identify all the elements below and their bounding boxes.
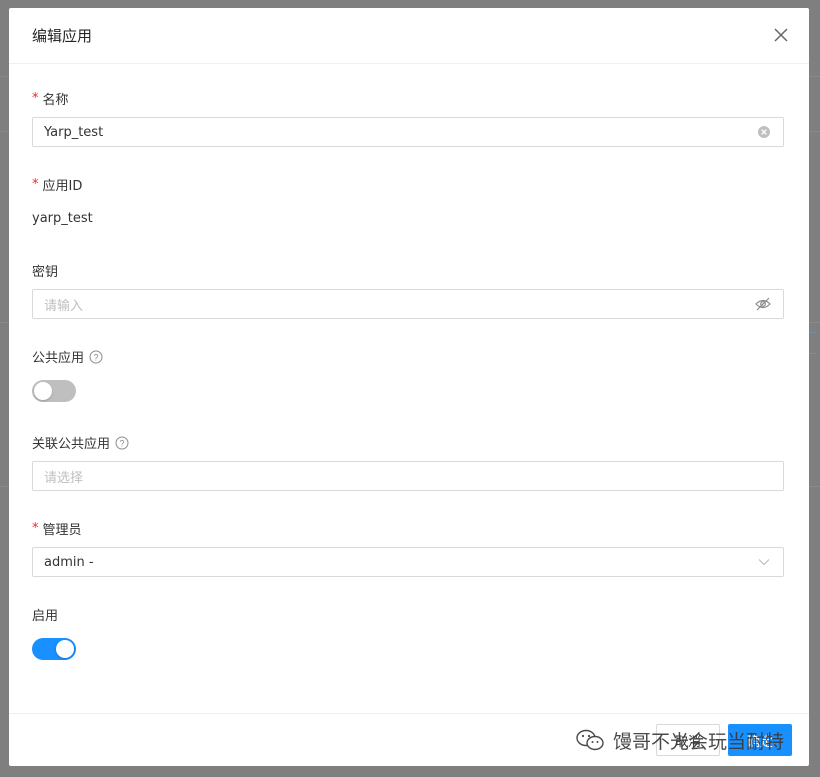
admin-label-text: 管理员 <box>42 523 82 538</box>
linked-public-app-label: 关联公共应用 ? <box>32 433 129 452</box>
admin-select[interactable]: admin - <box>32 547 784 577</box>
name-label: * 名称 <box>32 89 69 108</box>
ok-button[interactable]: 确定 <box>728 724 792 756</box>
question-circle-icon[interactable]: ? <box>89 350 103 364</box>
eye-invisible-icon <box>755 297 771 311</box>
name-label-text: 名称 <box>42 93 69 108</box>
linked-public-app-placeholder: 请选择 <box>44 470 84 486</box>
chevron-down-icon <box>758 559 770 566</box>
cancel-button[interactable]: 取消 <box>656 724 720 756</box>
modal-header: 编辑应用 <box>9 8 809 64</box>
app-id-label: * 应用ID <box>32 175 82 194</box>
public-app-label: 公共应用 ? <box>32 347 103 366</box>
public-app-label-text: 公共应用 <box>32 351 85 366</box>
switch-knob <box>56 640 74 658</box>
secret-label-text: 密钥 <box>32 265 59 280</box>
close-button[interactable] <box>771 25 791 45</box>
app-id-value: yarp_test <box>32 211 93 226</box>
secret-label: 密钥 <box>32 261 58 280</box>
name-input[interactable]: Yarp_test <box>32 117 784 147</box>
secret-input-placeholder: 请输入 <box>44 298 84 314</box>
required-mark: * <box>32 521 39 536</box>
enable-label: 启用 <box>32 605 58 624</box>
clear-circle-icon <box>758 126 770 138</box>
admin-select-value: admin - <box>44 554 94 570</box>
svg-text:?: ? <box>120 438 125 448</box>
toggle-visibility-button[interactable] <box>755 297 771 311</box>
public-app-switch[interactable] <box>32 380 76 402</box>
close-icon <box>774 28 788 42</box>
clear-button[interactable] <box>757 125 771 139</box>
secret-input[interactable]: 请输入 <box>32 289 784 319</box>
enable-switch[interactable] <box>32 638 76 660</box>
admin-select-arrow <box>757 555 771 569</box>
modal-footer: 取消 确定 <box>9 713 809 766</box>
name-input-value: Yarp_test <box>44 124 104 140</box>
edit-app-modal: 编辑应用 * 名称 Yarp_test * 应用ID yarp_test 密钥 … <box>9 8 809 766</box>
admin-label: * 管理员 <box>32 519 82 538</box>
linked-public-app-select[interactable]: 请选择 <box>32 461 784 491</box>
switch-knob <box>34 382 52 400</box>
linked-public-app-label-text: 关联公共应用 <box>32 437 111 452</box>
question-circle-icon[interactable]: ? <box>115 436 129 450</box>
required-mark: * <box>32 177 39 192</box>
app-id-label-text: 应用ID <box>42 179 83 194</box>
modal-title: 编辑应用 <box>32 27 93 45</box>
svg-text:?: ? <box>94 352 99 362</box>
enable-label-text: 启用 <box>32 609 59 624</box>
required-mark: * <box>32 91 39 106</box>
